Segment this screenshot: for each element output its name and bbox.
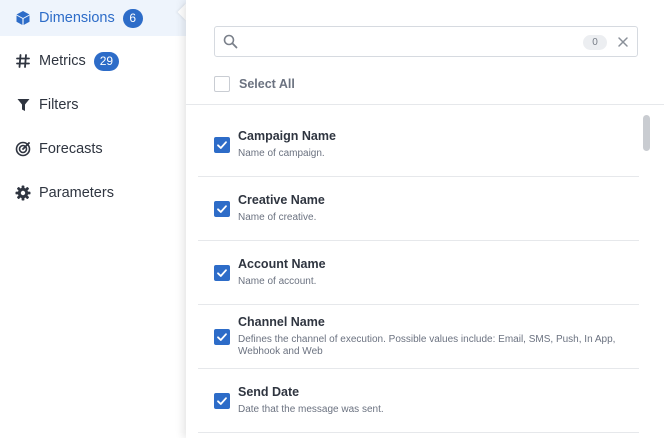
filter-icon [14, 96, 32, 114]
sidebar-item-label: Forecasts [39, 141, 103, 157]
sidebar-item-forecasts[interactable]: Forecasts [0, 131, 186, 167]
list-item[interactable]: Account Name Name of account. [198, 241, 639, 305]
dimension-checkbox[interactable] [214, 329, 230, 345]
dimension-checkbox[interactable] [214, 137, 230, 153]
dimension-name: Account Name [238, 257, 326, 271]
clear-search-icon[interactable] [616, 35, 630, 49]
sidebar-item-dimensions[interactable]: Dimensions 6 [0, 0, 186, 36]
sidebar-item-label: Filters [39, 97, 79, 113]
sidebar-item-metrics[interactable]: Metrics 29 [0, 43, 186, 79]
list-item[interactable]: Send Date Date that the message was sent… [198, 369, 639, 433]
search-input[interactable] [245, 31, 575, 53]
sidebar: Dimensions 6 Metrics 29 Filters Forecast… [0, 0, 186, 438]
dimension-checkbox[interactable] [214, 265, 230, 281]
dimensions-panel: 0 Select All Campaign Name Name of campa… [186, 0, 664, 438]
cube-icon [14, 9, 32, 27]
dimension-description: Defines the channel of execution. Possib… [238, 334, 616, 357]
select-all-label: Select All [239, 77, 295, 91]
metrics-count-badge: 29 [93, 51, 120, 71]
divider [186, 104, 664, 105]
check-icon [217, 141, 227, 149]
select-all-checkbox[interactable] [214, 76, 230, 92]
dimension-checkbox[interactable] [214, 393, 230, 409]
dimension-name: Creative Name [238, 193, 325, 207]
check-icon [217, 205, 227, 213]
dimension-name: Channel Name [238, 315, 325, 329]
dimension-list: Campaign Name Name of campaign. Creative… [198, 113, 639, 438]
selected-count-badge: 0 [583, 35, 607, 50]
select-all-row[interactable]: Select All [214, 76, 295, 92]
dimension-description: Date that the message was sent. [238, 404, 384, 415]
gear-icon [14, 184, 32, 202]
dimension-description: Name of account. [238, 276, 317, 287]
forecast-icon [14, 140, 32, 158]
dimension-description: Name of campaign. [238, 148, 325, 159]
list-item[interactable]: Campaign Name Name of campaign. [198, 113, 639, 177]
dimensions-count-badge: 6 [122, 8, 143, 28]
dimension-name: Send Date [238, 385, 300, 399]
list-item[interactable]: Creative Name Name of creative. [198, 177, 639, 241]
search-icon [223, 34, 238, 54]
sidebar-item-label: Metrics [39, 53, 86, 69]
sidebar-item-label: Parameters [39, 185, 114, 201]
scrollbar-thumb[interactable] [643, 115, 650, 151]
sidebar-item-label: Dimensions [39, 10, 115, 26]
list-item[interactable]: Channel Name Defines the channel of exec… [198, 305, 639, 369]
dimension-checkbox[interactable] [214, 201, 230, 217]
sidebar-item-parameters[interactable]: Parameters [0, 175, 186, 211]
hash-icon [14, 52, 32, 70]
check-icon [217, 333, 227, 341]
check-icon [217, 397, 227, 405]
sidebar-item-filters[interactable]: Filters [0, 87, 186, 123]
dimension-description: Name of creative. [238, 212, 317, 223]
check-icon [217, 269, 227, 277]
dimension-name: Campaign Name [238, 129, 336, 143]
search-box: 0 [214, 26, 638, 57]
